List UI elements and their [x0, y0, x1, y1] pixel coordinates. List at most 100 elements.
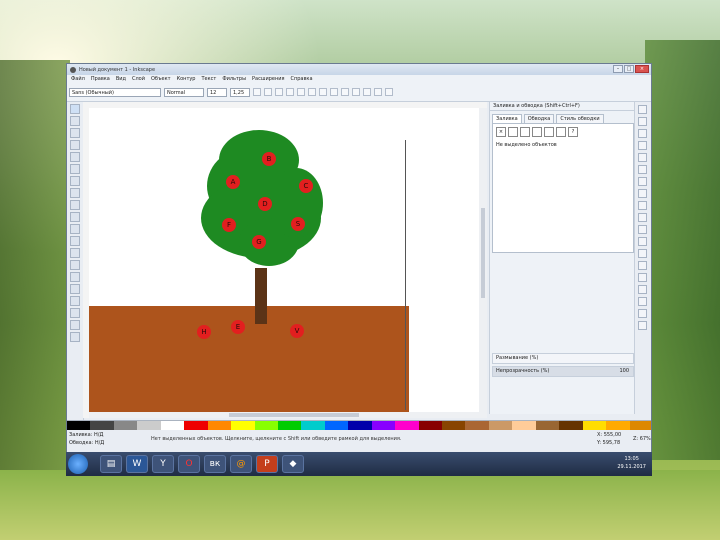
calligraphy-tool-icon[interactable] — [70, 248, 80, 258]
zoom-field[interactable]: Z: 67% — [633, 436, 651, 442]
tree-trunk[interactable] — [255, 268, 267, 324]
inkscape-icon[interactable]: ◆ — [282, 455, 304, 473]
pen-tool-icon[interactable] — [70, 236, 80, 246]
selector-tool-icon[interactable] — [70, 104, 80, 114]
star-tool-icon[interactable] — [70, 200, 80, 210]
yandex-icon[interactable]: Y — [152, 455, 174, 473]
horizontal-scrollbar[interactable] — [89, 412, 487, 418]
menu-path[interactable]: Контур — [177, 76, 196, 82]
dock-title[interactable]: Заливка и обводка (Shift+Ctrl+F) — [490, 102, 636, 111]
superscript-icon[interactable] — [308, 88, 316, 96]
powerpoint-icon[interactable]: P — [256, 455, 278, 473]
tab-stroke-paint[interactable]: Обводка — [523, 114, 555, 123]
swatch-icon[interactable] — [556, 127, 566, 137]
start-button[interactable] — [68, 454, 88, 474]
apple-letter[interactable]: F — [222, 218, 236, 232]
eraser-tool-icon[interactable] — [70, 284, 80, 294]
line-spacing-field[interactable]: 1,25 — [230, 87, 250, 97]
dropper-tool-icon[interactable] — [70, 320, 80, 330]
flat-color-icon[interactable] — [508, 127, 518, 137]
spiral-tool-icon[interactable] — [70, 212, 80, 222]
node-tool-icon[interactable] — [70, 116, 80, 126]
scroll-thumb[interactable] — [481, 208, 485, 298]
clock[interactable]: 13:05 29.11.2017 — [617, 455, 646, 471]
radial-gradient-icon[interactable] — [532, 127, 542, 137]
export-icon[interactable] — [638, 165, 647, 174]
align-left-icon[interactable] — [275, 88, 283, 96]
open-icon[interactable] — [638, 117, 647, 126]
paste-icon[interactable] — [638, 213, 647, 222]
rotation-icon[interactable] — [363, 88, 371, 96]
menu-extensions[interactable]: Расширения — [252, 76, 284, 82]
zoom-tool-icon[interactable] — [70, 140, 80, 150]
menu-help[interactable]: Справка — [290, 76, 312, 82]
stroke-indicator[interactable]: Обводка: Н/Д — [69, 440, 104, 446]
kerning-icon[interactable] — [352, 88, 360, 96]
word-icon[interactable]: W — [126, 455, 148, 473]
apple-letter[interactable]: S — [291, 217, 305, 231]
menu-filters[interactable]: Фильтры — [222, 76, 246, 82]
ungroup-icon[interactable] — [638, 261, 647, 270]
vertical-text-icon[interactable] — [385, 88, 393, 96]
menu-view[interactable]: Вид — [116, 76, 126, 82]
tab-stroke-style[interactable]: Стиль обводки — [556, 114, 604, 123]
import-icon[interactable] — [638, 153, 647, 162]
3d-box-tool-icon[interactable] — [70, 176, 80, 186]
text-tool-icon[interactable] — [70, 260, 80, 270]
apple-letter[interactable]: D — [258, 197, 272, 211]
apple-letter[interactable]: A — [226, 175, 240, 189]
letter-spacing-icon[interactable] — [330, 88, 338, 96]
save-icon[interactable] — [638, 129, 647, 138]
measure-tool-icon[interactable] — [70, 152, 80, 162]
horizontal-text-icon[interactable] — [374, 88, 382, 96]
font-family-select[interactable]: Sans (Обычный) — [69, 87, 161, 97]
blur-slider[interactable]: Размывание (%) — [492, 353, 634, 364]
menu-object[interactable]: Объект — [151, 76, 171, 82]
drawing-canvas[interactable]: B A C D F S G H E V — [89, 108, 487, 412]
print-icon[interactable] — [638, 141, 647, 150]
new-document-icon[interactable] — [638, 105, 647, 114]
undo-icon[interactable] — [638, 177, 647, 186]
vertical-scrollbar[interactable] — [479, 108, 487, 412]
apple-letter[interactable]: E — [231, 320, 245, 334]
redo-icon[interactable] — [638, 189, 647, 198]
text-font-icon[interactable] — [638, 285, 647, 294]
ground-rectangle[interactable] — [89, 306, 409, 412]
minimize-button[interactable]: – — [613, 65, 623, 73]
preferences-icon[interactable] — [638, 321, 647, 330]
fill-stroke-icon[interactable] — [638, 273, 647, 282]
italic-icon[interactable] — [264, 88, 272, 96]
linear-gradient-icon[interactable] — [520, 127, 530, 137]
tweak-tool-icon[interactable] — [70, 128, 80, 138]
apple-letter[interactable]: B — [262, 152, 276, 166]
vk-icon[interactable]: вк — [204, 455, 226, 473]
spray-tool-icon[interactable] — [70, 272, 80, 282]
title-bar[interactable]: Новый документ 1 - Inkscape – □ × — [67, 64, 651, 75]
connector-tool-icon[interactable] — [70, 332, 80, 342]
group-icon[interactable] — [638, 249, 647, 258]
unset-paint-icon[interactable]: ? — [568, 127, 578, 137]
menu-layer[interactable]: Слой — [132, 76, 145, 82]
menu-edit[interactable]: Правка — [91, 76, 110, 82]
zoom-out-icon[interactable] — [638, 237, 647, 246]
font-style-select[interactable]: Normal — [164, 87, 204, 97]
align-icon[interactable] — [638, 309, 647, 318]
rectangle-tool-icon[interactable] — [70, 164, 80, 174]
apple-letter[interactable]: G — [252, 235, 266, 249]
gradient-tool-icon[interactable] — [70, 308, 80, 318]
pencil-tool-icon[interactable] — [70, 224, 80, 234]
pattern-icon[interactable] — [544, 127, 554, 137]
font-size-select[interactable]: 12 — [207, 87, 227, 97]
mail-icon[interactable]: @ — [230, 455, 252, 473]
word-spacing-icon[interactable] — [341, 88, 349, 96]
no-paint-icon[interactable]: × — [496, 127, 506, 137]
opacity-slider[interactable]: Непрозрачность (%) 100 — [492, 366, 634, 377]
menu-text[interactable]: Текст — [202, 76, 217, 82]
align-center-icon[interactable] — [286, 88, 294, 96]
subscript-icon[interactable] — [319, 88, 327, 96]
fill-indicator[interactable]: Заливка: Н/Д — [69, 432, 103, 438]
bucket-tool-icon[interactable] — [70, 296, 80, 306]
maximize-button[interactable]: □ — [624, 65, 634, 73]
xml-editor-icon[interactable] — [638, 297, 647, 306]
zoom-in-icon[interactable] — [638, 225, 647, 234]
